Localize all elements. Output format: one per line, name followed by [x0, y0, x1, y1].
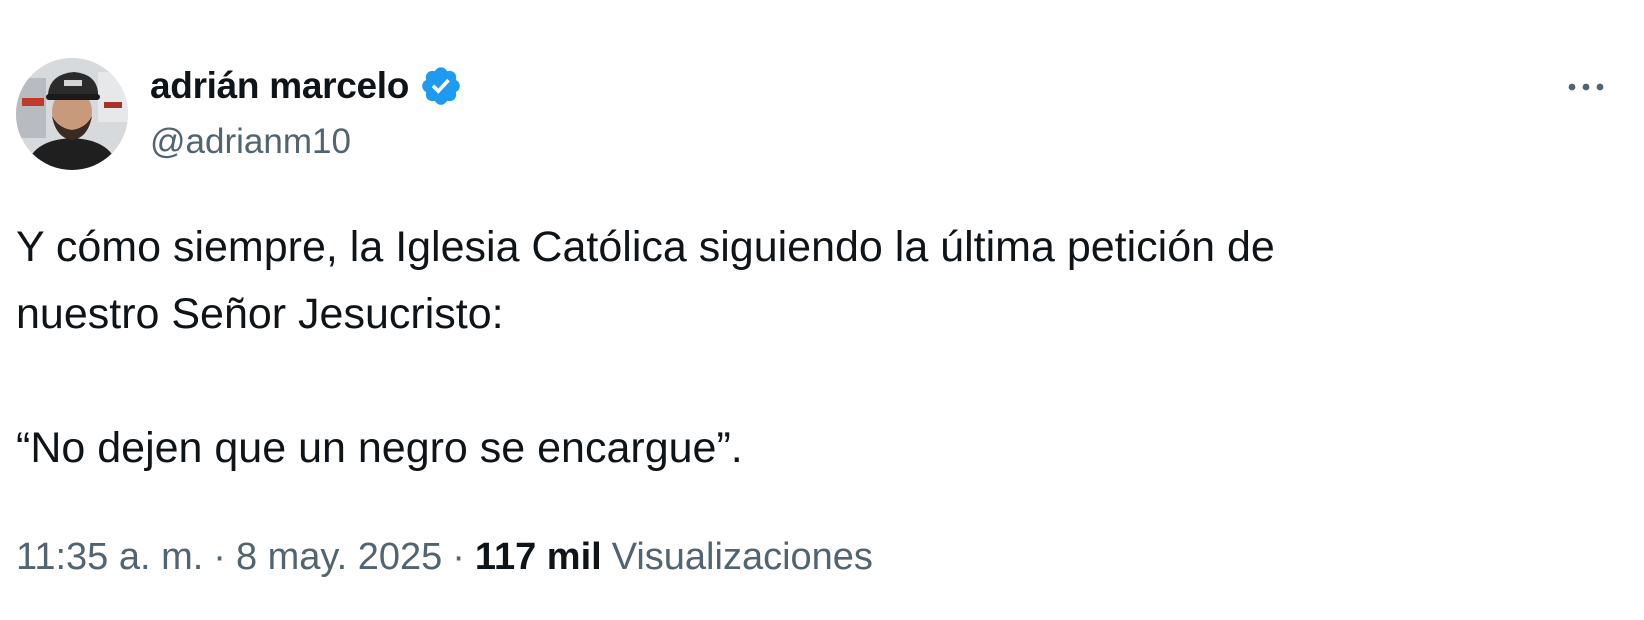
- tweet-timestamp[interactable]: 11:35 a. m.: [16, 536, 203, 579]
- author-name-row[interactable]: adrián marcelo: [150, 64, 463, 108]
- meta-separator: ·: [452, 536, 465, 578]
- tweet-meta: 11:35 a. m. · 8 may. 2025 · 117 mil Visu…: [16, 536, 873, 579]
- tweet-date[interactable]: 8 may. 2025: [236, 536, 442, 579]
- tweet-quote-paragraph: “No dejen que un negro se encargue”.: [16, 424, 743, 472]
- verified-badge-icon[interactable]: [419, 64, 463, 108]
- views-count: 117 mil: [474, 536, 602, 578]
- author-display-name[interactable]: adrián marcelo: [150, 65, 409, 107]
- tweet-card: adrián marcelo @adrianm10 Y cómo siempre…: [0, 0, 1644, 620]
- tweet-text: Y cómo siempre, la Iglesia Católica sigu…: [16, 214, 1596, 482]
- views-label: Visualizaciones: [611, 536, 873, 578]
- more-options-button[interactable]: [1556, 62, 1616, 112]
- more-options-icon: [1568, 83, 1604, 91]
- avatar[interactable]: [16, 58, 128, 170]
- author-handle[interactable]: @adrianm10: [150, 122, 351, 162]
- avatar-image: [16, 58, 128, 170]
- tweet-paragraph: Y cómo siempre, la Iglesia Católica sigu…: [16, 223, 1287, 338]
- meta-separator: ·: [213, 536, 226, 578]
